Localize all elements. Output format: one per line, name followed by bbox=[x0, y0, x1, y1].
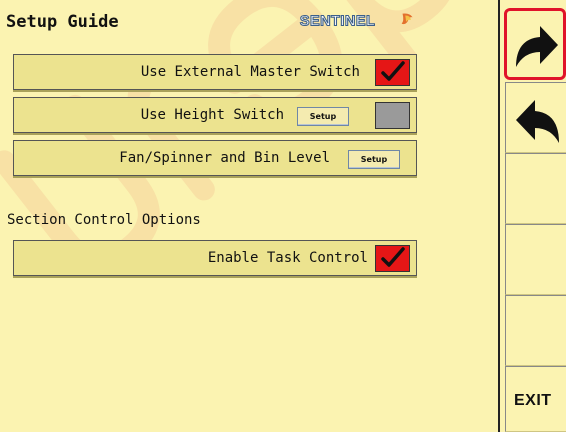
softkey-sidebar: EXIT bbox=[502, 0, 566, 432]
checkmark-icon bbox=[381, 61, 405, 81]
softkey-blank-1[interactable] bbox=[505, 153, 566, 224]
task-control-label: Enable Task Control bbox=[207, 250, 368, 266]
height-switch-label: Use Height Switch bbox=[140, 107, 284, 123]
height-switch-checkbox[interactable] bbox=[375, 102, 410, 129]
option-row-fan-spinner-bin-level: Fan/Spinner and Bin Level Setup bbox=[13, 140, 417, 176]
main-panel: Setup Guide SENTINEL Use External Master… bbox=[0, 0, 500, 432]
arrow-left-icon bbox=[516, 100, 559, 143]
external-master-switch-label: Use External Master Switch bbox=[140, 64, 360, 80]
exit-label: EXIT bbox=[514, 392, 552, 409]
option-row-height-switch: Use Height Switch Setup bbox=[13, 97, 417, 133]
svg-text:SENTINEL: SENTINEL bbox=[300, 13, 376, 29]
next-button[interactable] bbox=[504, 8, 566, 80]
fan-spinner-setup-button[interactable]: Setup bbox=[348, 150, 400, 169]
section-control-heading: Section Control Options bbox=[7, 212, 201, 228]
softkey-blank-3[interactable] bbox=[505, 295, 566, 366]
external-master-switch-checkbox[interactable] bbox=[375, 59, 410, 86]
back-button[interactable] bbox=[505, 82, 566, 153]
softkey-blank-2[interactable] bbox=[505, 224, 566, 295]
sentinel-logo: SENTINEL bbox=[299, 13, 413, 30]
height-switch-setup-button[interactable]: Setup bbox=[297, 107, 349, 126]
arrow-right-icon bbox=[516, 26, 558, 67]
exit-button[interactable]: EXIT bbox=[505, 366, 566, 432]
page-title: Setup Guide bbox=[6, 12, 119, 32]
checkmark-icon bbox=[381, 247, 405, 267]
option-row-external-master-switch: Use External Master Switch bbox=[13, 54, 417, 90]
task-control-checkbox[interactable] bbox=[375, 245, 410, 272]
setup-guide-screen: Setup Guide SENTINEL Use External Master… bbox=[0, 0, 566, 432]
fan-spinner-bin-level-label: Fan/Spinner and Bin Level bbox=[119, 150, 330, 166]
option-row-task-control: Enable Task Control bbox=[13, 240, 417, 276]
